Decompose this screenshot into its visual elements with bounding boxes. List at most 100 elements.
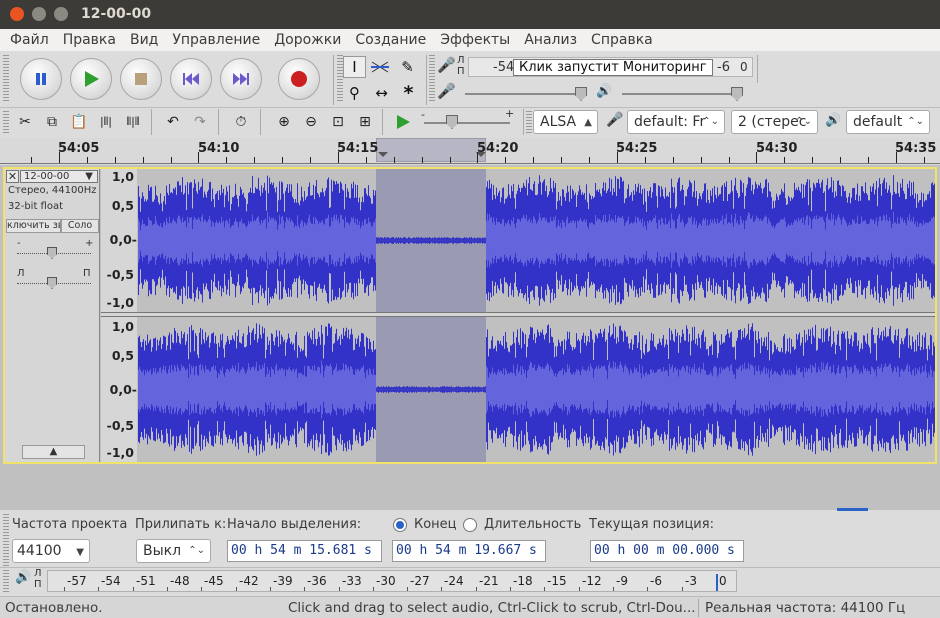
record-button[interactable]	[278, 58, 320, 100]
meter-scale-label: -30	[376, 574, 396, 588]
waveform-left-channel[interactable]	[138, 169, 935, 312]
skip-end-button[interactable]	[220, 58, 262, 100]
meter-tick	[579, 587, 580, 591]
scroll-indicator[interactable]	[837, 508, 868, 511]
output-volume-slider[interactable]	[622, 93, 740, 95]
undo-button[interactable]: ↶	[160, 110, 186, 134]
toolbar-grip[interactable]	[526, 111, 532, 133]
position-label: Текущая позиция:	[589, 517, 714, 532]
skip-start-button[interactable]	[170, 58, 212, 100]
meter-scale-label: -39	[273, 574, 293, 588]
play-button[interactable]	[70, 58, 112, 100]
input-device-select[interactable]: default: Fr ⌃⌄	[627, 110, 725, 134]
ruler-selection-highlight	[376, 138, 486, 162]
menu-file[interactable]: Файл	[3, 29, 56, 51]
input-device-icon: 🎤	[606, 112, 624, 128]
close-window-button[interactable]	[10, 7, 24, 21]
audio-host-select[interactable]: ALSA ▲	[533, 110, 598, 134]
maximize-window-button[interactable]	[54, 7, 68, 21]
fit-project-button[interactable]: ⊞	[352, 110, 378, 134]
status-state: Остановлено.	[5, 600, 103, 616]
output-device-select[interactable]: default ⌃⌄	[846, 110, 930, 134]
play-at-speed-button[interactable]	[390, 110, 416, 134]
record-meter-icon[interactable]: 🎤	[437, 56, 456, 76]
toolbar-grip[interactable]	[3, 55, 9, 103]
menu-analyze[interactable]: Анализ	[517, 29, 584, 51]
input-volume-slider[interactable]	[465, 93, 583, 95]
ruler-tick	[226, 157, 227, 163]
sync-lock-button[interactable]: ⏱	[228, 110, 254, 134]
timeline-ruler[interactable]: 54:05 54:10 54:15 54:20 54:25 54:30 54:3…	[0, 138, 940, 165]
trim-button[interactable]: |⫴|	[93, 110, 119, 134]
time-shift-tool-button[interactable]: ↔	[370, 82, 393, 104]
selection-start-time[interactable]: 00 h 54 m 15.681 s	[227, 540, 382, 562]
play-speed-slider[interactable]	[424, 122, 510, 124]
current-position-time[interactable]: 00 h 00 m 00.000 s	[590, 540, 744, 562]
zoom-tool-button[interactable]: ⚲	[343, 82, 366, 104]
silence-button[interactable]: ⫴|⫴	[120, 110, 146, 134]
gain-slider-thumb[interactable]	[47, 247, 57, 259]
selection-start-marker[interactable]	[378, 152, 388, 157]
selection-end-time[interactable]: 00 h 54 m 19.667 s	[392, 540, 546, 562]
clock-icon: ⏱	[235, 114, 247, 130]
copy-button[interactable]: ⧉	[39, 110, 65, 134]
menu-help[interactable]: Справка	[584, 29, 660, 51]
meter-tick	[373, 587, 374, 591]
play-speed-thumb[interactable]	[446, 115, 458, 129]
track-name-menu-button[interactable]: 12-00-00 ▼	[20, 170, 98, 183]
skip-start-icon	[183, 73, 199, 85]
project-rate-select[interactable]: 44100 ▼	[12, 539, 90, 563]
ruler-tick	[812, 157, 813, 163]
input-volume-thumb[interactable]	[575, 87, 587, 101]
waveform-right-channel[interactable]	[138, 317, 935, 462]
stop-button[interactable]	[120, 58, 162, 100]
multi-tool-button[interactable]: *	[397, 82, 420, 104]
menu-view[interactable]: Вид	[123, 29, 165, 51]
solo-button[interactable]: Соло	[61, 219, 99, 233]
output-volume-thumb[interactable]	[731, 87, 743, 101]
menu-generate[interactable]: Создание	[348, 29, 433, 51]
zoom-out-button[interactable]: ⊖	[298, 110, 324, 134]
meter-scale-label: -51	[136, 574, 156, 588]
end-radio[interactable]	[393, 518, 407, 532]
meter-tick	[133, 587, 134, 591]
record-meter[interactable]: -54 Клик запустит Мониторинг -6 0	[468, 57, 753, 77]
fit-selection-button[interactable]: ⊡	[325, 110, 351, 134]
fit-selection-icon: ⊡	[332, 114, 344, 130]
ruler-tick	[394, 157, 395, 163]
menu-effects[interactable]: Эффекты	[433, 29, 517, 51]
asterisk-icon: *	[403, 82, 414, 104]
pan-slider-thumb[interactable]	[47, 277, 57, 289]
snap-select[interactable]: Выкл ⌃⌄	[136, 539, 211, 563]
zoom-in-button[interactable]: ⊕	[271, 110, 297, 134]
cut-button[interactable]: ✂	[12, 110, 38, 134]
meter-scale-label: -3	[685, 574, 697, 588]
toolbar-grip[interactable]	[3, 570, 9, 592]
toolbar-grip[interactable]	[3, 111, 9, 133]
menu-edit[interactable]: Правка	[56, 29, 123, 51]
draw-tool-button[interactable]: ✎	[396, 56, 419, 78]
envelope-tool-button[interactable]	[368, 56, 391, 78]
play-meter-icon[interactable]: 🔊	[15, 570, 31, 585]
toolbar-grip[interactable]	[3, 514, 9, 566]
channels-select[interactable]: 2 (стерес ⌃⌄	[731, 110, 818, 134]
pencil-icon: ✎	[401, 58, 414, 76]
selection-start-label: Начало выделения:	[227, 517, 362, 532]
minimize-window-button[interactable]	[32, 7, 46, 21]
menu-tracks[interactable]: Дорожки	[267, 29, 348, 51]
pause-button[interactable]	[20, 58, 62, 100]
mute-button[interactable]: ключить звук	[6, 219, 61, 233]
play-meter[interactable]: -57 -54 -51 -48 -45 -42 -39 -36 -33 -30 -27 -24 -21-…	[47, 570, 737, 592]
collapse-track-button[interactable]: ▲	[22, 445, 85, 459]
redo-button[interactable]: ↷	[187, 110, 213, 134]
magnifier-icon: ⚲	[349, 84, 360, 102]
paste-button[interactable]: 📋	[66, 110, 92, 134]
length-radio[interactable]	[463, 518, 477, 532]
zoom-in-icon: ⊕	[278, 114, 290, 130]
meter-tick	[201, 587, 202, 591]
meter-tick	[441, 587, 442, 591]
track-close-button[interactable]: ✕	[6, 170, 19, 183]
selection-tool-button[interactable]: I	[343, 56, 366, 78]
toolbar-grip[interactable]	[429, 55, 435, 103]
menu-transport[interactable]: Управление	[165, 29, 267, 51]
